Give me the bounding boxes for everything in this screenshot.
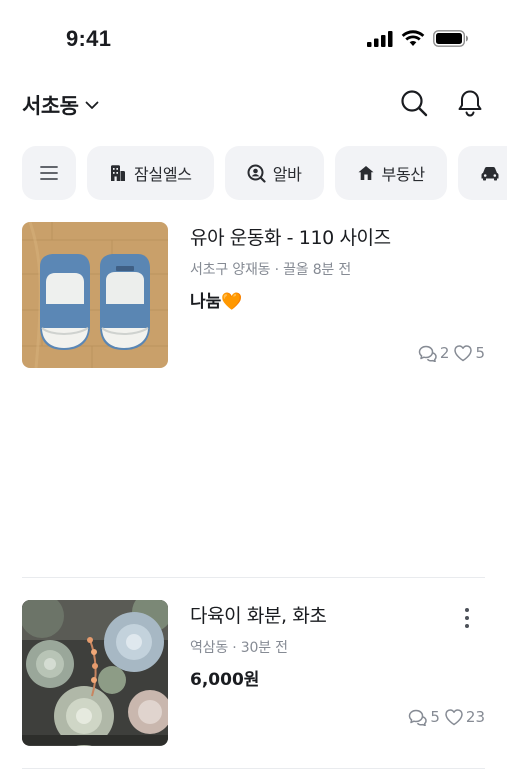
wifi-icon — [401, 30, 425, 46]
app-header: 서초동 — [0, 80, 507, 128]
status-time: 9:41 — [66, 26, 112, 51]
like-count-value: 5 — [475, 344, 485, 362]
listing-item[interactable]: 다육이 화분, 화초 역삼동 · 30분 전 6,000원 5 23 — [22, 600, 485, 750]
listing-stats: 5 23 — [408, 708, 485, 726]
heart-icon — [445, 709, 463, 726]
listing-stats: 2 5 — [418, 344, 485, 362]
house-icon — [358, 166, 374, 180]
listing-thumbnail — [22, 222, 168, 368]
chat-count-value: 5 — [430, 708, 440, 726]
notification-button[interactable] — [455, 88, 485, 118]
bell-icon — [458, 90, 482, 117]
location-selector[interactable]: 서초동 — [22, 90, 100, 120]
battery-icon — [433, 30, 468, 47]
like-count: 23 — [444, 708, 485, 726]
listing-meta: 역삼동 · 30분 전 — [190, 640, 288, 656]
chat-count: 2 — [418, 344, 450, 362]
chip-realestate[interactable]: 부동산 — [334, 146, 447, 200]
succulent-plants-image — [22, 600, 168, 746]
status-bar: 9:41 — [0, 0, 507, 80]
building-icon — [111, 165, 125, 181]
like-count-value: 23 — [465, 708, 485, 726]
listing-title: 다육이 화분, 화초 — [190, 605, 327, 627]
listing-divider — [22, 768, 485, 769]
chip-apartment-label: 잠실엘스 — [134, 165, 192, 184]
listing-meta: 서초구 양재동 · 끌올 8분 전 — [190, 262, 352, 278]
kids-shoes-image — [22, 222, 168, 368]
more-options-button[interactable] — [457, 604, 477, 632]
chat-bubble-icon — [418, 345, 437, 362]
chat-count: 5 — [408, 708, 440, 726]
status-icons — [367, 30, 469, 47]
listing-divider — [22, 577, 485, 578]
like-count: 5 — [453, 344, 485, 362]
chip-realestate-label: 부동산 — [381, 165, 426, 184]
search-icon — [401, 90, 428, 117]
category-menu-button[interactable] — [22, 146, 76, 200]
chip-jobs[interactable]: 알바 — [224, 146, 324, 200]
car-icon — [481, 167, 499, 181]
listing-info: 다육이 화분, 화초 역삼동 · 30분 전 6,000원 — [190, 600, 485, 690]
chip-apartment[interactable]: 잠실엘스 — [87, 146, 214, 200]
chip-car[interactable] — [457, 146, 507, 200]
chip-jobs-label: 알바 — [272, 165, 302, 184]
more-vertical-icon — [465, 608, 469, 628]
search-button[interactable] — [399, 88, 429, 118]
location-label: 서초동 — [22, 94, 79, 118]
chat-bubble-icon — [409, 709, 428, 726]
search-person-icon — [247, 164, 266, 183]
listing-info: 유아 운동화 - 110 사이즈 서초구 양재동 · 끌올 8분 전 나눔🧡 — [190, 222, 485, 312]
hamburger-menu-icon — [40, 166, 58, 180]
listing-item[interactable]: 유아 운동화 - 110 사이즈 서초구 양재동 · 끌올 8분 전 나눔🧡 2… — [22, 222, 485, 372]
listing-thumbnail — [22, 600, 168, 746]
listing-title: 유아 운동화 - 110 사이즈 — [190, 227, 391, 249]
listing-price: 6,000원 — [190, 670, 260, 690]
category-chips: 잠실엘스 알바 부동산 — [22, 146, 507, 200]
header-actions — [399, 88, 485, 118]
chat-count-value: 2 — [439, 344, 450, 362]
chevron-down-icon — [86, 101, 99, 109]
cellular-signal-icon — [367, 30, 393, 47]
listing-price: 나눔🧡 — [190, 292, 243, 312]
heart-icon — [454, 345, 473, 362]
